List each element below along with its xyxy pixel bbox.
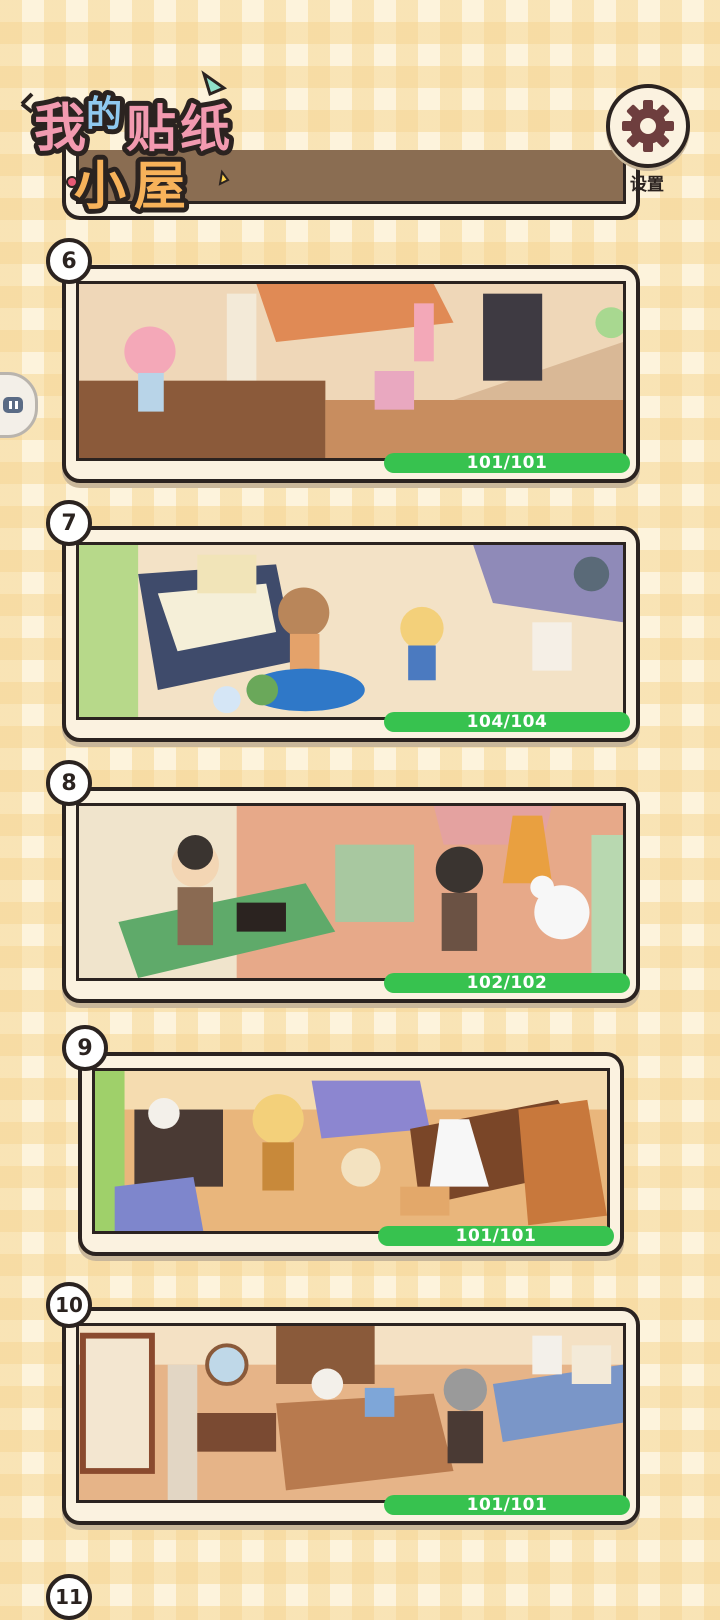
svg-text:屋: 屋: [134, 157, 186, 214]
progress-text: 104/104: [466, 712, 548, 732]
game-logo: 我 的 贴 纸 小 屋: [14, 64, 264, 222]
gear-icon: [622, 100, 674, 152]
progress-bar: 102/102: [384, 973, 630, 993]
room-scene-9: [92, 1068, 610, 1234]
room-scene-10: [76, 1323, 626, 1503]
level-card-9[interactable]: 101/101: [78, 1052, 624, 1256]
progress-bar: 104/104: [384, 712, 630, 732]
level-card-8[interactable]: 102/102: [62, 787, 640, 1003]
level-card-10[interactable]: 101/101: [62, 1307, 640, 1525]
progress-bar: 101/101: [378, 1226, 614, 1246]
level-number-badge: 9: [62, 1025, 108, 1071]
progress-text: 101/101: [466, 453, 548, 473]
progress-text: 102/102: [466, 973, 548, 993]
svg-text:纸: 纸: [180, 100, 230, 158]
level-number-badge: 11: [46, 1574, 92, 1620]
progress-bar: 101/101: [384, 453, 630, 473]
settings-label: 设置: [630, 175, 664, 195]
pause-icon: [3, 397, 23, 413]
level-card-7[interactable]: 104/104: [62, 526, 640, 742]
level-number-badge: 7: [46, 500, 92, 546]
level-card-6[interactable]: 101/101: [62, 265, 640, 483]
progress-bar: 101/101: [384, 1495, 630, 1515]
level-number-badge: 6: [46, 238, 92, 284]
svg-text:我: 我: [34, 99, 86, 159]
level-number-badge: 10: [46, 1282, 92, 1328]
room-scene-8: [76, 803, 626, 981]
progress-text: 101/101: [466, 1495, 548, 1515]
level-number-badge: 8: [46, 760, 92, 806]
room-scene-6: [76, 281, 626, 461]
svg-text:小: 小: [74, 157, 126, 214]
settings-button[interactable]: 设置: [606, 84, 696, 195]
progress-text: 101/101: [455, 1226, 537, 1246]
room-scene-7: [76, 542, 626, 720]
svg-text:的: 的: [86, 94, 122, 135]
side-floating-button[interactable]: [0, 372, 38, 438]
svg-text:贴: 贴: [126, 100, 176, 158]
